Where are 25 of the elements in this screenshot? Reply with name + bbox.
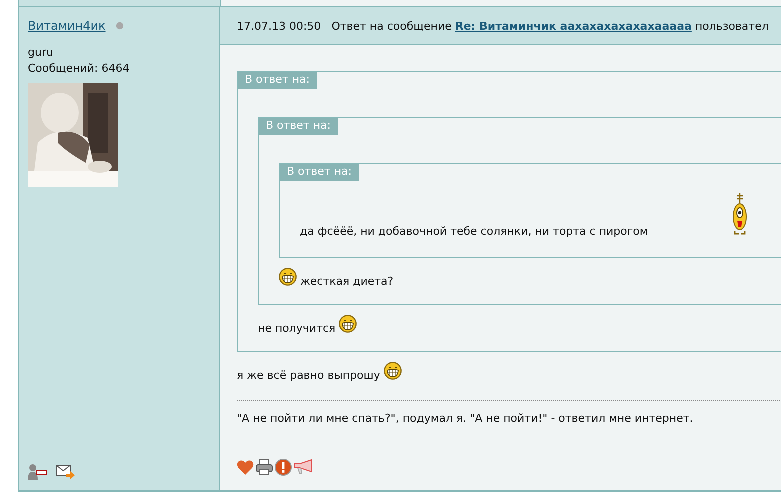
megaphone-icon[interactable] <box>294 459 314 476</box>
post-count: Сообщений: 6464 <box>28 61 131 77</box>
message-text: жесткая диета? <box>300 275 394 288</box>
reply-link[interactable]: Re: Витаминчик аахахахахахахааааа <box>455 20 692 33</box>
message-text: я же всё равно выпрошу <box>237 369 380 382</box>
grin-smiley-icon <box>339 315 358 333</box>
warning-icon[interactable] <box>275 459 292 476</box>
user-rank: guru <box>28 45 54 61</box>
forward-mail-icon[interactable] <box>56 464 75 480</box>
creature-smiley-icon <box>732 193 748 235</box>
reply-prefix: Ответ на сообщение <box>332 20 452 33</box>
signature-text: "А не пойти ли мне спать?", подумал я. "А не пойти!" - ответил мне интернет. <box>237 411 694 427</box>
message-text: да фсёёё, ни добавочной тебе солянки, ни торта с пирогом <box>300 225 648 238</box>
quote-label: В ответ на: <box>238 72 317 89</box>
grin-smiley-icon <box>384 362 402 380</box>
printer-icon[interactable] <box>256 459 273 476</box>
quote-label: В ответ на: <box>259 118 338 135</box>
message-text: не получится <box>258 322 336 335</box>
quote-label: В ответ на: <box>280 164 359 181</box>
heart-icon[interactable] <box>237 460 254 476</box>
remove-user-icon[interactable] <box>28 464 48 480</box>
grin-smiley-icon <box>279 268 297 286</box>
username-link[interactable]: Витамин4ик <box>28 19 106 33</box>
reply-suffix: пользовател <box>695 20 769 33</box>
post-date: 17.07.13 00:50 <box>237 20 322 33</box>
